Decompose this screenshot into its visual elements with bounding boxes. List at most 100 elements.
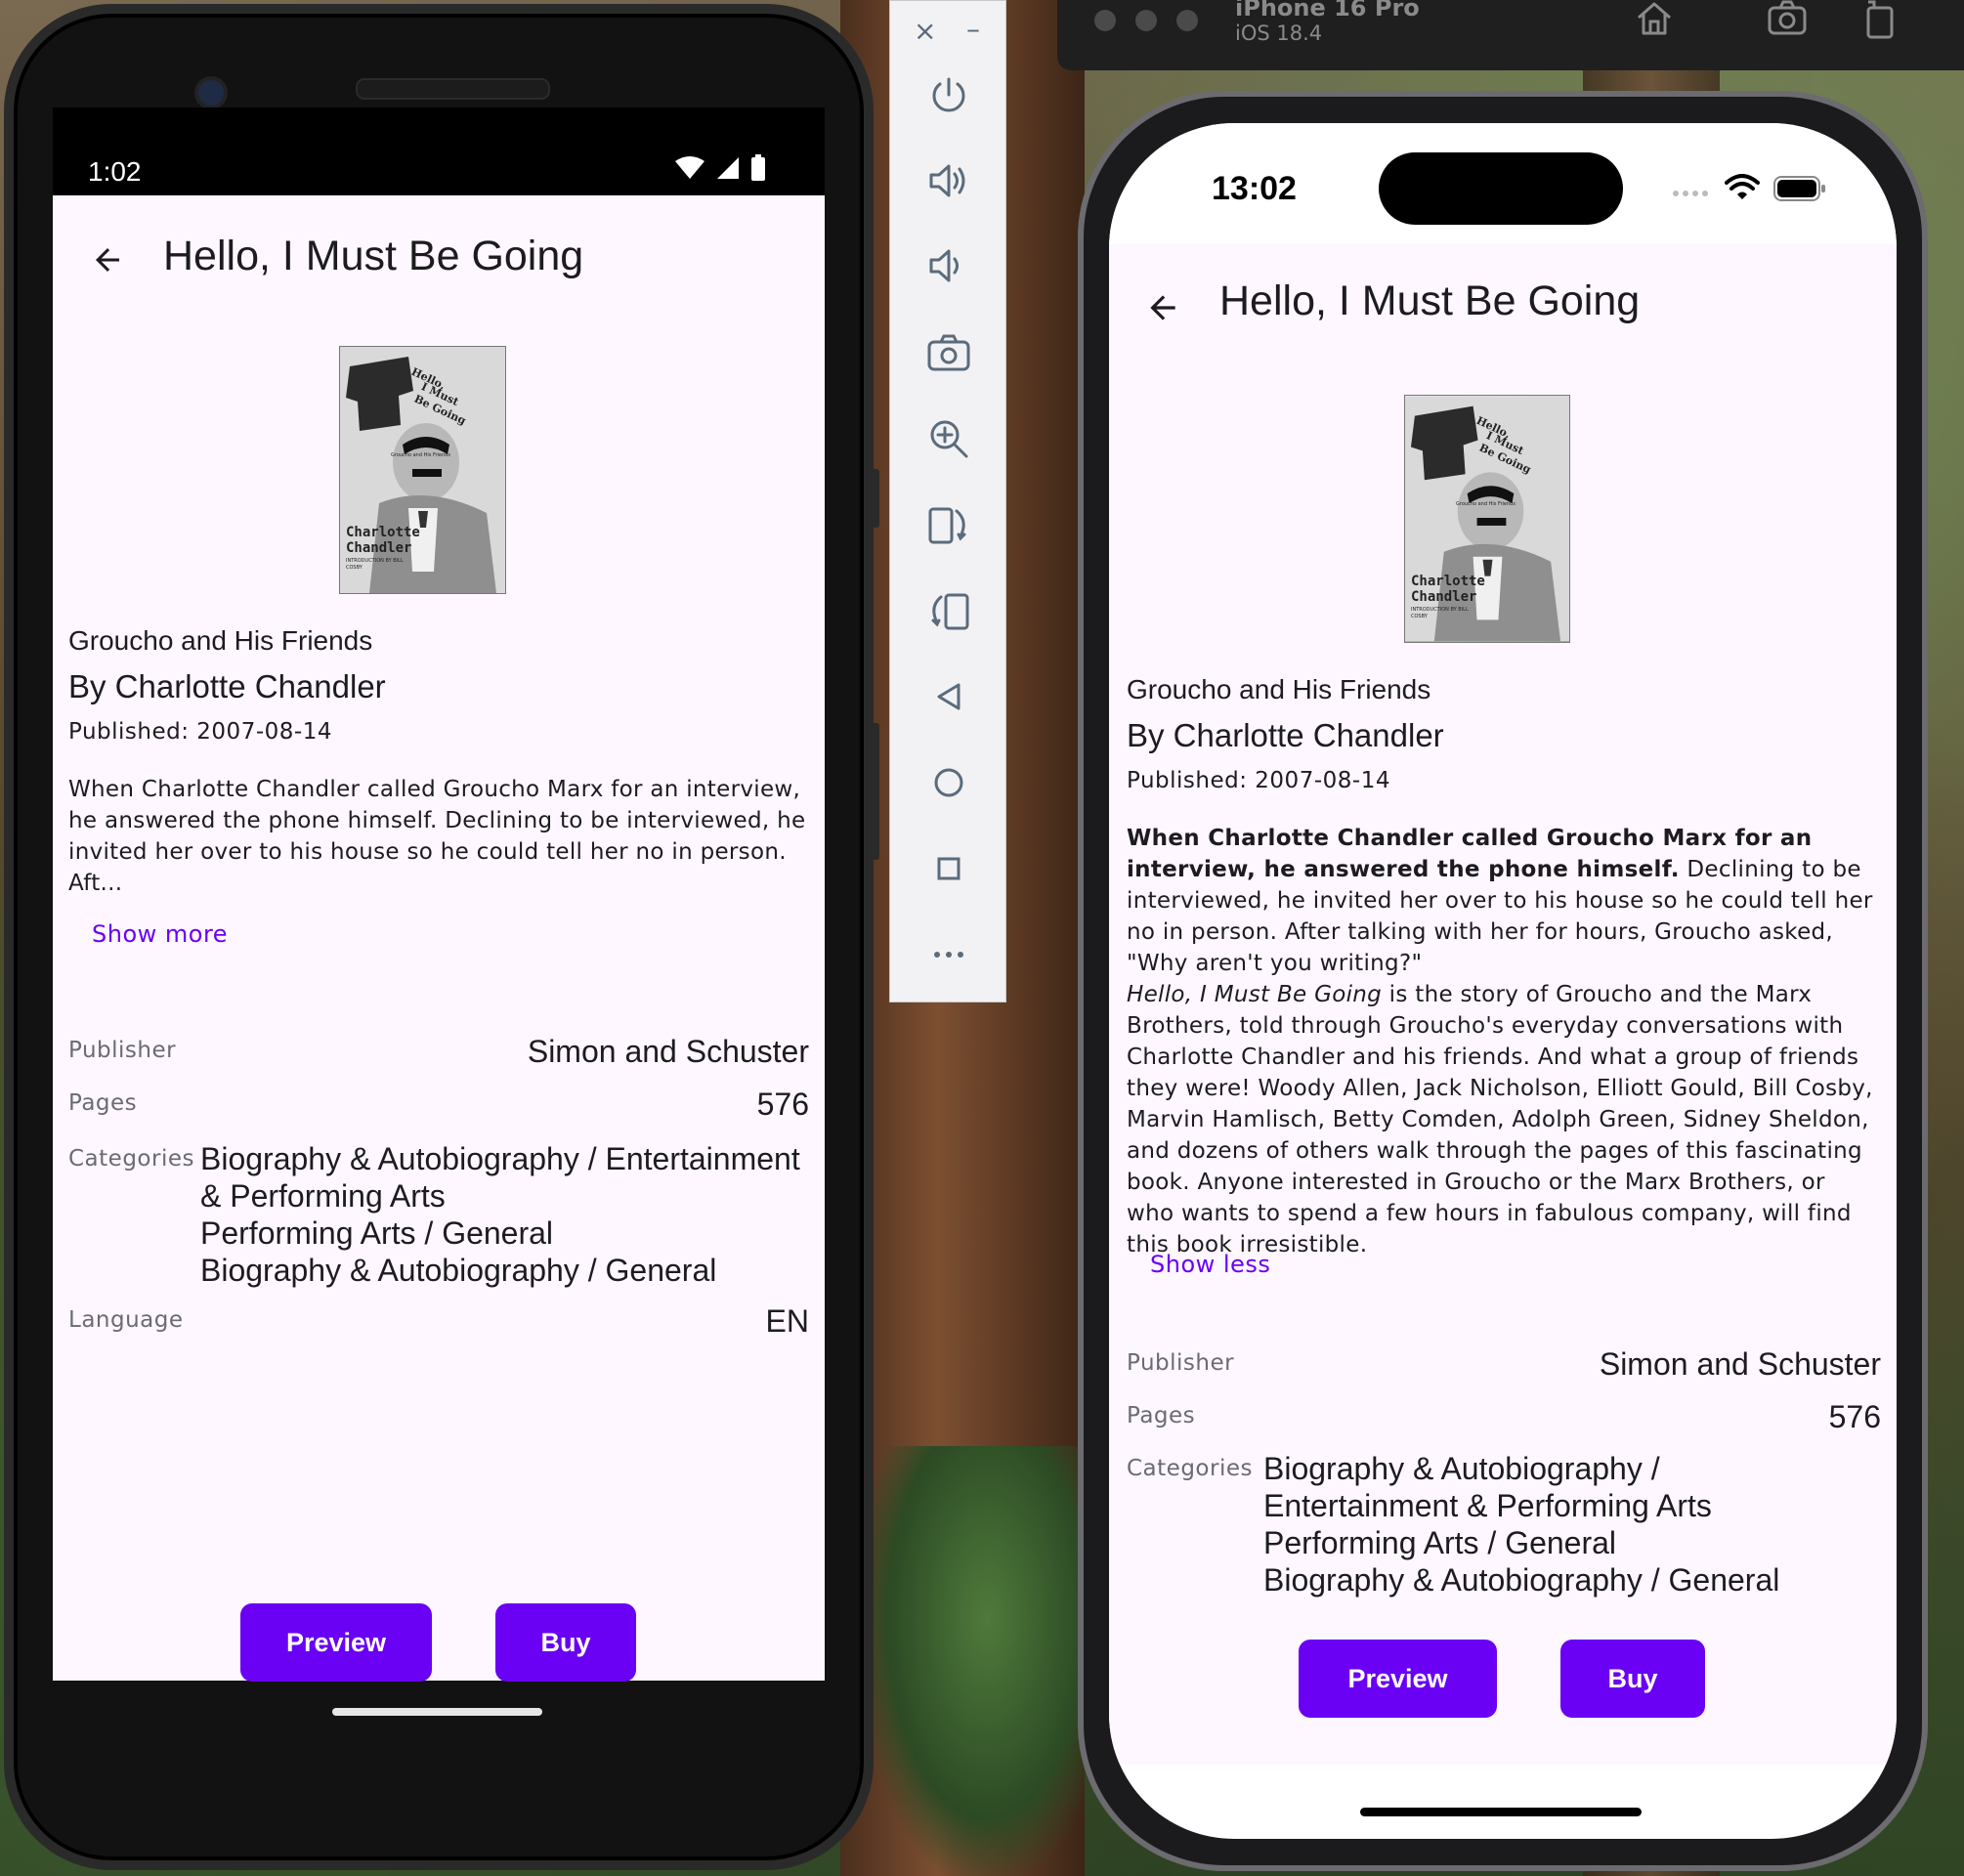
- language-label: Language: [68, 1307, 184, 1333]
- show-less-button[interactable]: Show less: [1150, 1251, 1270, 1278]
- emulator-toolbar: × –: [889, 0, 1006, 1002]
- book-subtitle: Groucho and His Friends: [68, 625, 373, 656]
- book-author: By Charlotte Chandler: [68, 668, 386, 704]
- category-item: Performing Arts / General: [1263, 1525, 1617, 1560]
- android-book-detail-page: Hello, I Must Be Going Hello, I Must Be …: [53, 195, 825, 1682]
- window-close-dot[interactable]: [1094, 10, 1116, 31]
- book-description-2: Hello, I Must Be Going is the story of G…: [1127, 979, 1879, 1260]
- cover-author-2: Chandler: [346, 540, 412, 556]
- simulator-device-name: iPhone 16 Pro: [1235, 0, 1420, 21]
- publisher-value: Simon and Schuster: [1599, 1346, 1881, 1382]
- background-foliage: [860, 1446, 1114, 1876]
- status-time: 1:02: [88, 156, 142, 187]
- signal-dots-icon: [1673, 191, 1708, 196]
- categories-value: Biography & Autobiography / Entertainmen…: [1263, 1450, 1889, 1599]
- language-value: EN: [765, 1303, 809, 1339]
- category-item: Biography & Autobiography / General: [200, 1253, 717, 1288]
- minimize-icon[interactable]: –: [966, 13, 980, 45]
- cover-author-1: Charlotte: [346, 525, 420, 540]
- ios-book-detail-page: Hello, I Must Be Going Hello, I Must Be …: [1109, 244, 1897, 1765]
- categories-label: Categories: [68, 1146, 194, 1172]
- overview-square-icon[interactable]: [923, 843, 974, 894]
- android-power-button: [870, 469, 879, 528]
- book-published: Published: 2007-08-14: [68, 719, 332, 745]
- back-triangle-icon[interactable]: [923, 671, 974, 722]
- categories-label: Categories: [1127, 1456, 1253, 1481]
- front-camera: [194, 76, 228, 109]
- android-volume-button: [870, 723, 879, 860]
- rotate-icon[interactable]: [1860, 0, 1901, 39]
- screenshot-icon[interactable]: [1767, 0, 1808, 39]
- window-minimize-dot[interactable]: [1135, 10, 1157, 31]
- publisher-value: Simon and Schuster: [527, 1034, 809, 1069]
- android-gesture-bar[interactable]: [332, 1708, 542, 1716]
- ios-status-bar: 13:02: [1109, 123, 1897, 244]
- dynamic-island: [1379, 152, 1623, 225]
- simulator-title-bar: iPhone 16 Pro iOS 18.4: [1057, 0, 1964, 70]
- category-item: Biography & Autobiography / Entertainmen…: [200, 1141, 800, 1214]
- description-text-2: is the story of Groucho and the Marx Bro…: [1127, 982, 1873, 1258]
- categories-value: Biography & Autobiography / Entertainmen…: [200, 1140, 816, 1289]
- cover-author-2: Chandler: [1411, 589, 1477, 605]
- emulator-window-controls: × –: [890, 13, 1007, 52]
- top-app-bar: Hello, I Must Be Going: [53, 195, 825, 322]
- rotate-left-icon[interactable]: [923, 499, 974, 550]
- pages-value: 576: [1828, 1399, 1881, 1434]
- iphone-screen: 13:02 Hello, I Must Be Going Hello, I Mu…: [1109, 123, 1897, 1839]
- preview-button[interactable]: Preview: [1299, 1640, 1497, 1718]
- category-item: Biography & Autobiography /: [1263, 1451, 1660, 1486]
- arrow-left-icon[interactable]: [1144, 289, 1181, 326]
- status-time: 13:02: [1212, 170, 1297, 207]
- power-icon[interactable]: [923, 69, 974, 120]
- buy-button[interactable]: Buy: [495, 1603, 636, 1682]
- cover-intro: INTRODUCTION BY BILL COSBY: [346, 558, 404, 571]
- category-item: Biography & Autobiography / General: [1263, 1562, 1780, 1598]
- book-description: When Charlotte Chandler called Groucho M…: [1127, 823, 1879, 979]
- publisher-label: Publisher: [68, 1038, 177, 1063]
- cover-intro: INTRODUCTION BY BILL COSBY: [1411, 607, 1469, 619]
- volume-up-icon[interactable]: [923, 155, 974, 206]
- simulator-os-version: iOS 18.4: [1235, 21, 1323, 45]
- buy-button[interactable]: Buy: [1560, 1640, 1705, 1718]
- signal-icon: [717, 157, 739, 179]
- description-italic-title: Hello, I Must Be Going: [1127, 982, 1383, 1007]
- book-subtitle: Groucho and His Friends: [1127, 674, 1431, 704]
- android-status-bar: 1:02: [53, 107, 825, 195]
- cover-author-1: Charlotte: [1411, 574, 1485, 589]
- window-zoom-dot[interactable]: [1176, 10, 1198, 31]
- close-icon[interactable]: ×: [914, 15, 936, 47]
- pages-label: Pages: [1127, 1403, 1196, 1428]
- category-item: Entertainment & Performing Arts: [1263, 1488, 1712, 1523]
- battery-icon: [751, 154, 765, 181]
- battery-icon: [1773, 176, 1825, 201]
- earpiece-speaker: [356, 78, 550, 100]
- camera-icon[interactable]: [923, 327, 974, 378]
- home-icon[interactable]: [1634, 0, 1675, 39]
- ios-home-indicator[interactable]: [1360, 1808, 1642, 1816]
- status-icons: [674, 154, 766, 182]
- page-title: Hello, I Must Be Going: [1219, 277, 1641, 324]
- book-published: Published: 2007-08-14: [1127, 768, 1390, 793]
- pages-label: Pages: [68, 1090, 138, 1116]
- book-author: By Charlotte Chandler: [1127, 717, 1444, 753]
- pages-value: 576: [756, 1087, 809, 1122]
- book-description: When Charlotte Chandler called Groucho M…: [68, 777, 806, 896]
- book-cover-image: Hello, I Must Be Going Groucho and His F…: [1404, 395, 1570, 643]
- home-circle-icon[interactable]: [923, 757, 974, 808]
- book-cover-image: Hello, I Must Be Going Groucho and His F…: [339, 346, 506, 594]
- wifi-icon: [1725, 174, 1760, 199]
- publisher-label: Publisher: [1127, 1350, 1235, 1376]
- preview-button[interactable]: Preview: [240, 1603, 432, 1682]
- volume-down-icon[interactable]: [923, 240, 974, 291]
- android-screen: 1:02 Hello, I Must Be Going Hello, I Mus…: [53, 107, 825, 1682]
- page-title: Hello, I Must Be Going: [163, 233, 584, 279]
- cover-tagline: Groucho and His Friends: [1456, 501, 1516, 507]
- category-item: Performing Arts / General: [200, 1215, 554, 1251]
- show-more-button[interactable]: Show more: [92, 920, 228, 948]
- arrow-left-icon[interactable]: [90, 242, 125, 277]
- wifi-icon: [675, 156, 704, 179]
- zoom-in-icon[interactable]: [923, 413, 974, 464]
- rotate-right-icon[interactable]: [923, 585, 974, 636]
- more-icon[interactable]: [923, 929, 974, 980]
- cover-tagline: Groucho and His Friends: [391, 452, 450, 458]
